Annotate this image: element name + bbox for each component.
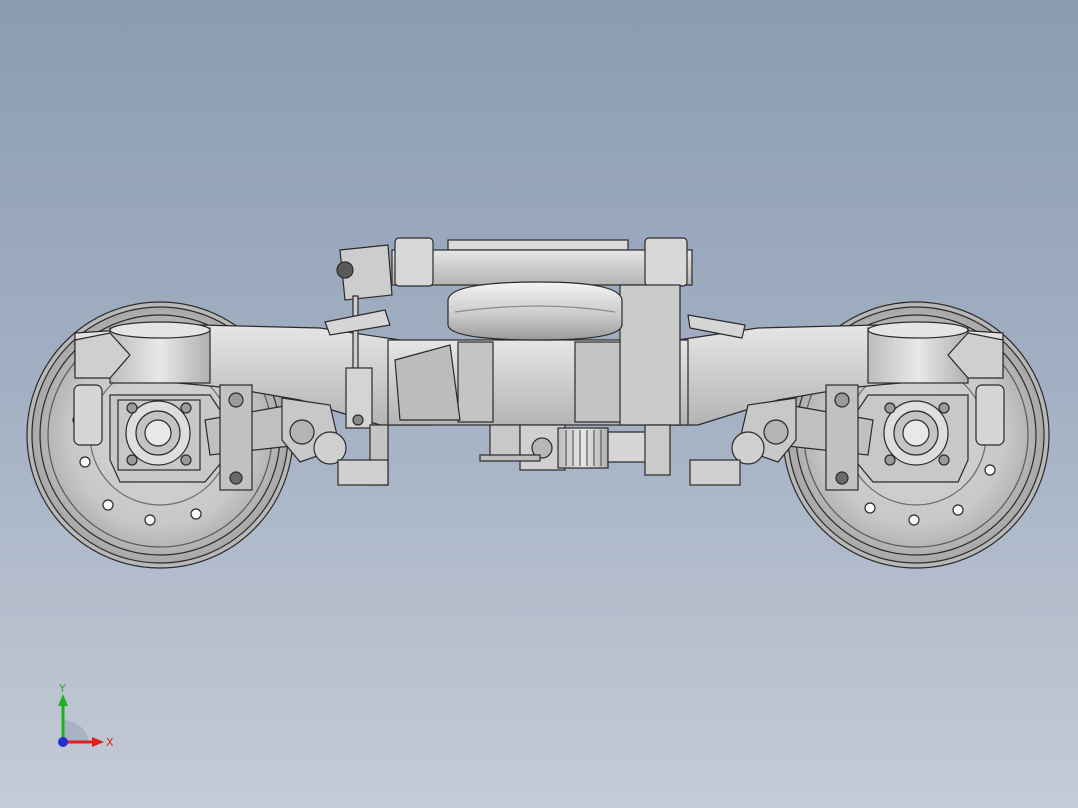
z-axis-dot <box>58 737 68 747</box>
coordinate-triad: Y X <box>58 682 114 749</box>
graphics-viewport[interactable]: Y X <box>0 0 1078 808</box>
traction-assembly <box>479 424 671 476</box>
air-spring <box>447 281 623 341</box>
y-axis-label: Y <box>58 682 66 695</box>
left-lower-bracket <box>337 459 389 486</box>
bogie-model[interactable] <box>0 0 1078 808</box>
right-lower-bracket <box>689 459 741 486</box>
x-axis-label: X <box>106 736 114 749</box>
